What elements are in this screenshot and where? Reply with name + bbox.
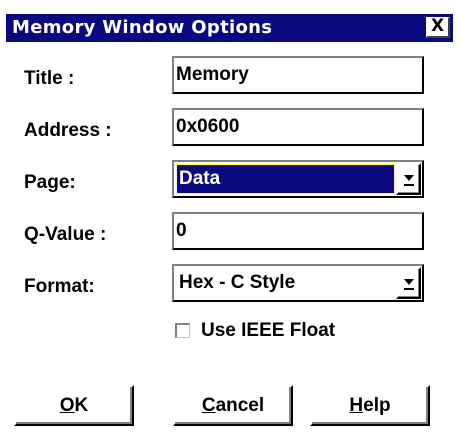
- title-bar[interactable]: Memory Window Options X: [6, 14, 453, 42]
- help-label-rest: elp: [363, 395, 391, 416]
- address-label: Address :: [24, 120, 112, 141]
- ok-mnemonic: O: [59, 395, 75, 416]
- window-title: Memory Window Options: [12, 17, 273, 38]
- cancel-mnemonic: C: [201, 395, 216, 416]
- format-label: Format:: [24, 276, 95, 297]
- qvalue-field[interactable]: [172, 212, 424, 250]
- memory-window-options-dialog: Memory Window Options X Title : Address …: [0, 0, 461, 441]
- close-icon: X: [430, 16, 445, 36]
- help-mnemonic: H: [349, 395, 364, 416]
- cancel-button[interactable]: Cancel: [173, 385, 293, 426]
- title-label: Title :: [24, 68, 75, 89]
- qvalue-input[interactable]: [176, 216, 416, 246]
- page-label: Page:: [24, 172, 76, 193]
- chevron-down-icon: [404, 279, 414, 285]
- title-field[interactable]: [172, 56, 424, 94]
- cancel-label-rest: ancel: [215, 395, 265, 416]
- ok-button[interactable]: OK: [14, 385, 134, 426]
- title-input[interactable]: [176, 60, 416, 90]
- use-ieee-float-label: Use IEEE Float: [201, 320, 336, 341]
- page-selected-value: Data: [176, 164, 395, 194]
- page-dropdown-button[interactable]: [396, 163, 421, 195]
- address-input[interactable]: [176, 112, 416, 142]
- format-dropdown[interactable]: Hex - C Style: [172, 264, 424, 302]
- page-dropdown[interactable]: Data: [172, 160, 424, 198]
- help-button[interactable]: Help: [310, 385, 430, 426]
- close-button[interactable]: X: [426, 17, 450, 38]
- qvalue-label: Q-Value :: [24, 224, 107, 245]
- ok-label-rest: K: [74, 395, 89, 416]
- address-field[interactable]: [172, 108, 424, 146]
- format-dropdown-button[interactable]: [396, 267, 421, 299]
- use-ieee-float-checkbox[interactable]: [175, 323, 190, 338]
- format-selected-value: Hex - C Style: [179, 272, 296, 293]
- chevron-down-icon: [404, 175, 414, 181]
